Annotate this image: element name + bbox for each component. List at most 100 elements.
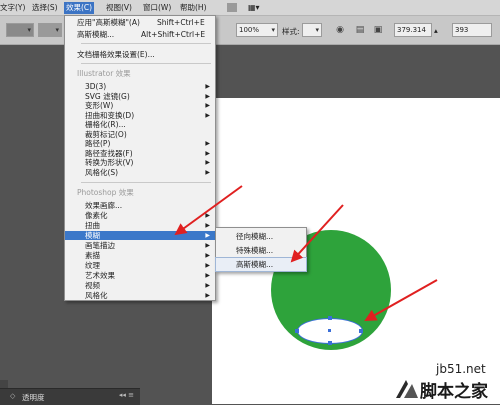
submenu-arrow-icon: ▶ <box>205 282 210 289</box>
apply-last-shortcut: Shift+Ctrl+E <box>157 18 205 27</box>
x-stepper-icon[interactable]: ▴ <box>434 26 438 35</box>
align-icon[interactable]: ▤ <box>354 24 366 36</box>
submenu-arrow-icon: ▶ <box>205 292 210 299</box>
opacity-dropdown[interactable]: 100% <box>236 23 278 37</box>
photoshop-effects-header: Photoshop 效果 <box>65 188 215 197</box>
menu-select[interactable]: 选择(S) <box>32 2 58 14</box>
y-coordinate-field[interactable]: 393 <box>452 23 492 37</box>
submenu-arrow-icon: ▶ <box>205 159 210 166</box>
item-label: 特殊模糊... <box>236 245 274 255</box>
x-coordinate-field[interactable]: 379.314 <box>394 23 432 37</box>
illustrator-effects-header: Illustrator 效果 <box>65 69 215 78</box>
anchor-point-left[interactable] <box>295 329 299 333</box>
watermark-logo-icon <box>396 380 418 398</box>
menu-item-pixelate[interactable]: 像素化 ▶ <box>65 211 215 220</box>
menu-help[interactable]: 帮助(H) <box>180 2 207 14</box>
menu-item-convert-to-shape[interactable]: 转换为形状(V) ▶ <box>65 158 215 167</box>
menu-item-apply-last-effect[interactable]: 应用"高斯模糊"(A) Shift+Ctrl+E <box>65 18 215 27</box>
item-label: 裁剪标记(O) <box>85 129 127 139</box>
menu-item-3d[interactable]: 3D(3) ▶ <box>65 82 215 91</box>
menu-item-last-effect[interactable]: 高斯模糊... Alt+Shift+Ctrl+E <box>65 30 215 39</box>
submenu-arrow-icon: ▶ <box>205 262 210 269</box>
transparency-panel-tab[interactable]: ◇ 透明度 ◂◂ ≡ <box>0 388 140 405</box>
menu-item-stylize-photoshop[interactable]: 风格化 ▶ <box>65 291 215 300</box>
style-label: 样式: <box>282 27 300 36</box>
menu-item-svg-filters[interactable]: SVG 滤镜(G) ▶ <box>65 92 215 101</box>
last-effect-shortcut: Alt+Shift+Ctrl+E <box>141 30 206 39</box>
item-label: 模糊 <box>85 231 100 240</box>
menu-item-effect-gallery[interactable]: 效果画廊... <box>65 201 215 210</box>
arrange-docs-icon[interactable]: ▦▾ <box>248 2 260 14</box>
menu-item-warp[interactable]: 变形(W) ▶ <box>65 101 215 110</box>
menu-item-gaussian-blur[interactable]: 高斯模糊... <box>215 257 307 272</box>
submenu-arrow-icon: ▶ <box>205 212 210 219</box>
submenu-arrow-icon: ▶ <box>205 232 210 239</box>
last-effect-label: 高斯模糊... <box>77 30 115 39</box>
item-label: 转换为形状(V) <box>85 158 134 167</box>
stroke-color-dropdown[interactable] <box>6 23 34 37</box>
menu-item-distort[interactable]: 扭曲 ▶ <box>65 221 215 230</box>
item-label: 扭曲和变换(D) <box>85 110 135 120</box>
item-label: 变形(W) <box>85 101 114 110</box>
menu-window[interactable]: 窗口(W) <box>143 2 171 14</box>
apply-last-label: 应用"高斯模糊"(A) <box>77 18 140 27</box>
watermark-url: jb51.net <box>436 362 486 376</box>
menu-item-artistic[interactable]: 艺术效果 ▶ <box>65 271 215 280</box>
submenu-arrow-icon: ▶ <box>205 92 210 100</box>
anchor-point-right[interactable] <box>359 329 363 333</box>
center-point <box>328 329 331 332</box>
recolor-icon[interactable]: ◉ <box>334 24 346 36</box>
panel-menu-icon[interactable]: ◂◂ ≡ <box>119 391 134 399</box>
menu-item-rasterize[interactable]: 栅格化(R)... <box>65 120 215 129</box>
anchor-point-bottom[interactable] <box>328 341 332 345</box>
menu-view[interactable]: 视图(V) <box>106 2 132 14</box>
submenu-arrow-icon: ▶ <box>205 272 210 279</box>
menu-item-stylize-illustrator[interactable]: 风格化(S) ▶ <box>65 168 215 177</box>
bridge-icon[interactable] <box>227 3 237 12</box>
transform-icon[interactable]: ▣ <box>372 24 384 36</box>
document-raster-label: 文档栅格效果设置(E)... <box>77 50 155 59</box>
item-label: 视频 <box>85 281 100 290</box>
menu-item-brush-strokes[interactable]: 画笔描边 ▶ <box>65 241 215 250</box>
stroke-weight-dropdown[interactable] <box>38 23 62 37</box>
submenu-arrow-icon: ▶ <box>205 222 210 229</box>
blur-submenu: 径向模糊... 特殊模糊... 高斯模糊... <box>215 227 307 272</box>
menu-item-video[interactable]: 视频 ▶ <box>65 281 215 290</box>
panel-tab-label: 透明度 <box>22 393 45 402</box>
illustrator-header-label: Illustrator 效果 <box>77 69 131 78</box>
submenu-arrow-icon: ▶ <box>205 149 210 157</box>
menu-item-radial-blur[interactable]: 径向模糊... <box>216 230 306 243</box>
item-label: 像素化 <box>85 211 108 220</box>
menu-item-pathfinder[interactable]: 路径查找器(F) ▶ <box>65 149 215 158</box>
menu-divider <box>81 43 211 44</box>
panel-toggle-icon[interactable]: ◇ <box>10 392 15 400</box>
item-label: 效果画廊... <box>85 201 123 210</box>
menu-effect[interactable]: 效果(C) <box>64 2 95 14</box>
watermark-site-name: 脚本之家 <box>420 382 488 402</box>
item-label: 纹理 <box>85 261 100 270</box>
submenu-arrow-icon: ▶ <box>205 102 210 109</box>
menu-type[interactable]: 文字(Y) <box>0 2 25 14</box>
menu-item-texture[interactable]: 纹理 ▶ <box>65 261 215 270</box>
menu-item-distort-transform[interactable]: 扭曲和变换(D) ▶ <box>65 111 215 120</box>
item-label: 路径查找器(F) <box>85 148 133 158</box>
item-label: 艺术效果 <box>85 271 115 280</box>
item-label: 素描 <box>85 251 100 260</box>
item-label: 画笔描边 <box>85 241 115 250</box>
menu-item-blur[interactable]: 模糊 ▶ <box>65 231 215 240</box>
menu-item-document-raster-settings[interactable]: 文档栅格效果设置(E)... <box>65 50 215 59</box>
menu-divider <box>81 182 211 183</box>
item-label: 3D(3) <box>85 82 107 91</box>
menu-item-smart-blur[interactable]: 特殊模糊... <box>216 244 306 257</box>
submenu-arrow-icon: ▶ <box>205 140 210 147</box>
style-dropdown[interactable] <box>302 23 322 37</box>
menu-item-path[interactable]: 路径(P) ▶ <box>65 139 215 148</box>
submenu-arrow-icon: ▶ <box>205 111 210 119</box>
submenu-arrow-icon: ▶ <box>205 242 210 249</box>
anchor-point-top[interactable] <box>328 316 332 320</box>
submenu-arrow-icon: ▶ <box>205 252 210 259</box>
menu-item-sketch[interactable]: 素描 ▶ <box>65 251 215 260</box>
submenu-arrow-icon: ▶ <box>205 83 210 90</box>
item-label: 径向模糊... <box>236 232 274 241</box>
menu-item-crop-marks[interactable]: 裁剪标记(O) <box>65 130 215 139</box>
